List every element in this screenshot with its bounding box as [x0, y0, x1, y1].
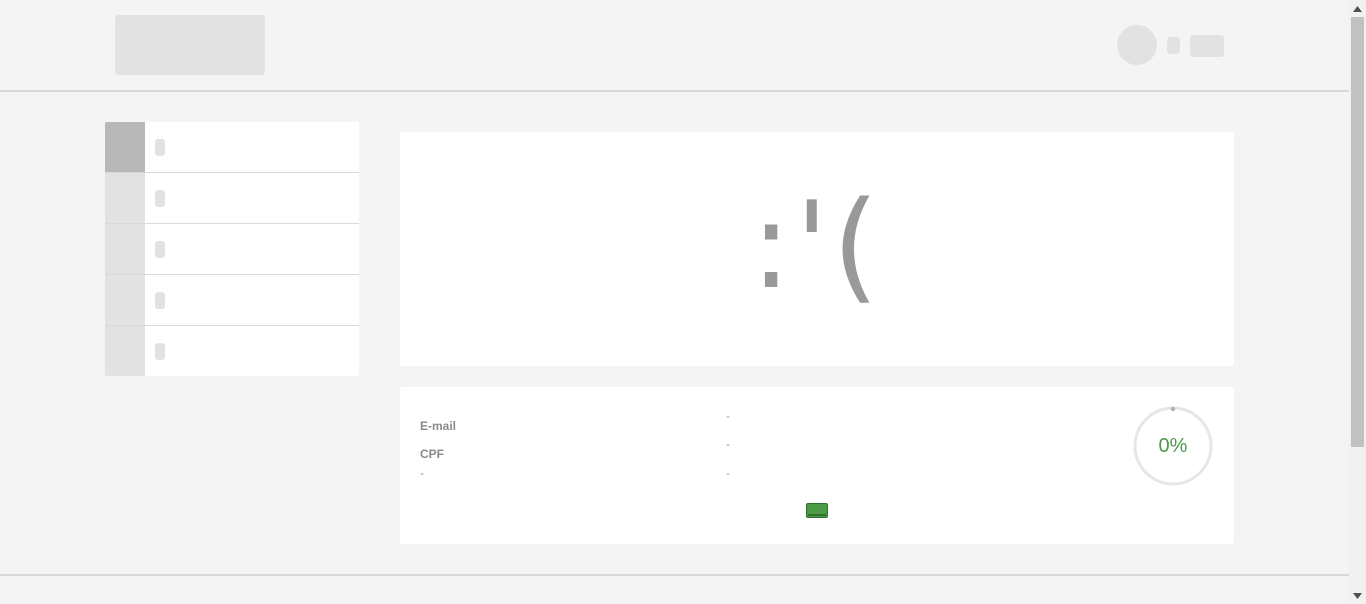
info-value-left: - — [420, 466, 424, 480]
sidebar-item-icon — [105, 224, 145, 274]
sidebar-item-icon — [105, 122, 145, 172]
info-value-right: - — [726, 466, 730, 480]
user-menu-button[interactable] — [1190, 35, 1224, 57]
email-label: E-mail — [420, 419, 457, 433]
avatar[interactable] — [1117, 25, 1157, 65]
sidebar-item-icon — [105, 275, 145, 325]
sidebar-item-3[interactable] — [105, 224, 359, 275]
sidebar-item-label-placeholder — [155, 240, 165, 258]
logo-placeholder[interactable] — [115, 15, 265, 75]
scroll-down-icon[interactable] — [1349, 587, 1366, 604]
sidebar-item-2[interactable] — [105, 173, 359, 224]
sidebar-item-4[interactable] — [105, 275, 359, 326]
sidebar-item-label-placeholder — [155, 291, 165, 309]
sidebar-item-icon — [105, 173, 145, 223]
header — [0, 0, 1349, 92]
cpf-value: - — [726, 437, 730, 451]
notification-placeholder[interactable] — [1167, 37, 1180, 54]
sidebar-item-label-placeholder — [155, 342, 165, 360]
error-card: :'( — [400, 132, 1234, 366]
progress-label: 0% — [1158, 434, 1188, 457]
profile-info-card: E-mail CPF - - - - 0% — [400, 387, 1234, 544]
footer-divider — [0, 574, 1349, 576]
sidebar-item-label-placeholder — [155, 189, 165, 207]
sidebar-item-label-placeholder — [155, 138, 165, 156]
page: :'( E-mail CPF - - - - 0% — [0, 0, 1366, 604]
sidebar — [105, 122, 359, 376]
cpf-label: CPF — [420, 447, 444, 461]
sad-face-icon: :'( — [750, 177, 884, 316]
edit-button[interactable] — [806, 503, 828, 518]
email-value: - — [726, 409, 730, 423]
vertical-scrollbar[interactable] — [1349, 0, 1366, 604]
scroll-thumb[interactable] — [1351, 17, 1364, 447]
sidebar-item-1[interactable] — [105, 122, 359, 173]
scroll-up-icon[interactable] — [1349, 0, 1366, 17]
sidebar-item-5[interactable] — [105, 326, 359, 376]
sidebar-item-icon — [105, 326, 145, 376]
